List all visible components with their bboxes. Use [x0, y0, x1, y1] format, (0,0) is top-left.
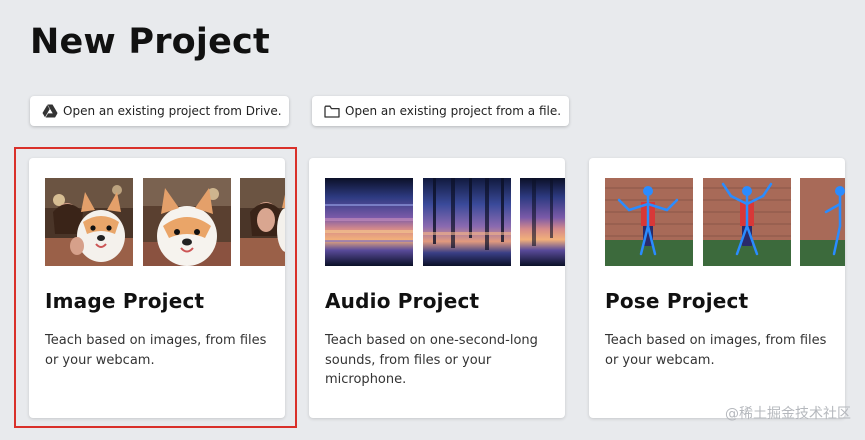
- card-description: Teach based on one-second-long sounds, f…: [325, 333, 538, 387]
- audio-project-card[interactable]: Audio Project Teach based on one-second-…: [309, 158, 565, 418]
- open-from-drive-button[interactable]: Open an existing project from Drive.: [30, 96, 289, 126]
- google-drive-icon: [42, 104, 58, 118]
- card-title: Pose Project: [605, 289, 749, 313]
- person-holding-corgi-plush-photo: [240, 178, 285, 266]
- audio-spectrogram: [423, 178, 511, 266]
- corgi-plush-closeup-photo: [143, 178, 231, 266]
- card-title: Audio Project: [325, 289, 480, 313]
- audio-spectrogram: [520, 178, 565, 266]
- pose-skeleton-photo: [605, 178, 693, 266]
- pose-project-card[interactable]: Pose Project Teach based on images, from…: [589, 158, 845, 418]
- card-description: Teach based on images, from files or you…: [45, 333, 267, 368]
- open-from-file-button[interactable]: Open an existing project from a file.: [312, 96, 569, 126]
- folder-icon: [324, 105, 340, 118]
- page-title: New Project: [30, 22, 270, 62]
- card-title: Image Project: [45, 289, 205, 313]
- image-project-thumbnails: [45, 178, 285, 266]
- image-project-card[interactable]: Image Project Teach based on images, fro…: [29, 158, 285, 418]
- pose-project-thumbnails: [605, 178, 845, 266]
- card-description: Teach based on images, from files or you…: [605, 333, 827, 368]
- pose-skeleton-photo: [703, 178, 791, 266]
- person-holding-corgi-plush-photo: [45, 178, 133, 266]
- open-from-drive-label: Open an existing project from Drive.: [63, 104, 282, 118]
- watermark: @稀土掘金技术社区: [725, 406, 851, 422]
- open-from-file-label: Open an existing project from a file.: [345, 104, 562, 118]
- audio-spectrogram: [325, 178, 413, 266]
- audio-project-thumbnails: [325, 178, 565, 266]
- pose-skeleton-photo: [800, 178, 845, 266]
